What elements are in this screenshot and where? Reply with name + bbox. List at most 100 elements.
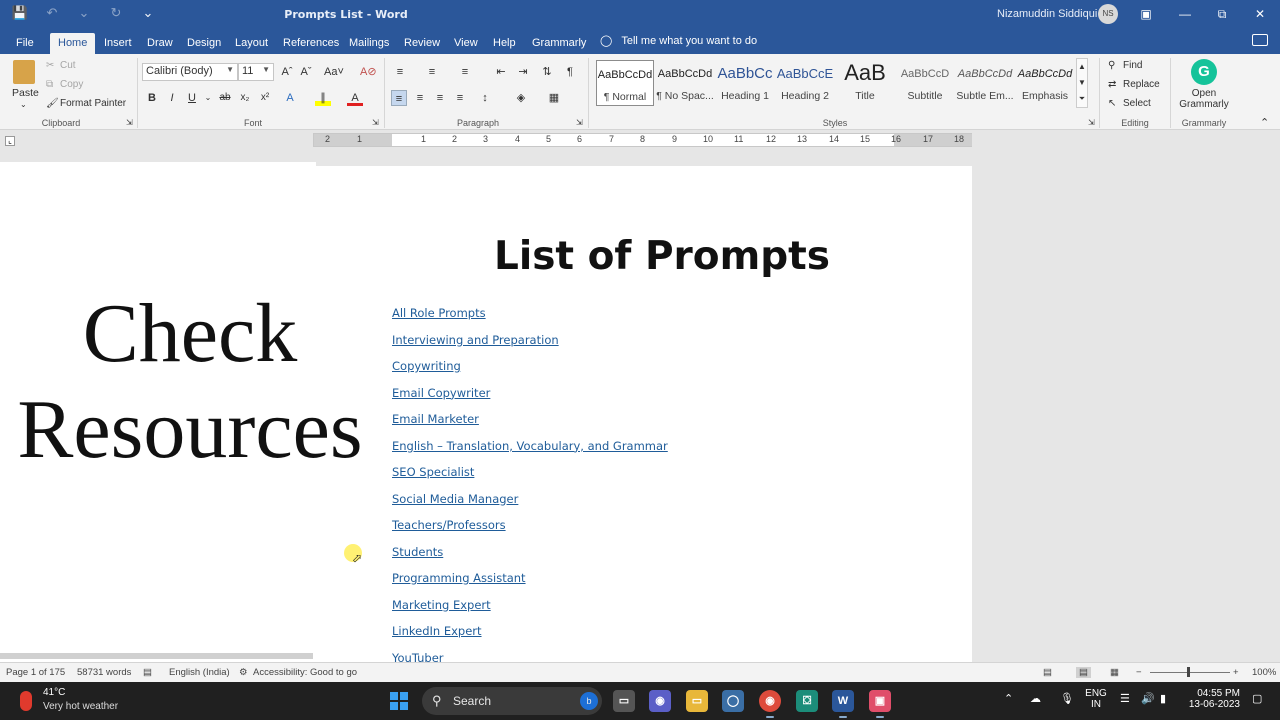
ribbon-display-options-icon[interactable]: ▣ [1131, 4, 1161, 24]
find-button[interactable]: Find [1123, 60, 1142, 71]
comments-icon[interactable] [1252, 34, 1268, 46]
minimize-icon[interactable]: — [1170, 4, 1200, 24]
format-painter-button[interactable]: Format Painter [60, 98, 126, 109]
prompt-link[interactable]: Copywriting [392, 359, 668, 386]
select-icon[interactable]: ↖ [1108, 98, 1116, 109]
paste-button[interactable]: Paste [12, 87, 39, 99]
bing-icon[interactable]: b [580, 692, 598, 710]
onedrive-icon[interactable]: ☁ [1030, 692, 1041, 705]
superscript-icon[interactable]: x² [257, 90, 273, 106]
prompt-link[interactable]: Marketing Expert [392, 598, 668, 625]
bullets-icon[interactable]: ≡ [392, 64, 408, 80]
avatar[interactable]: NS [1098, 4, 1118, 24]
clear-formatting-icon[interactable]: A⊘ [360, 64, 377, 80]
style-emphasis[interactable]: AaBbCcDd Emphasis [1016, 60, 1074, 106]
tell-me-search[interactable]: ◯ Tell me what you want to do [600, 34, 757, 47]
underline-icon[interactable]: U [184, 90, 200, 106]
tab-draw[interactable]: Draw [139, 33, 181, 54]
align-right-icon[interactable]: ≡ [432, 90, 448, 106]
grow-font-icon[interactable]: Aˆ [279, 64, 295, 80]
temperature[interactable]: 41°C [43, 687, 65, 698]
windows-start-icon[interactable] [390, 692, 408, 710]
language-indicator[interactable]: English (India) [169, 667, 230, 678]
prompt-link[interactable]: Teachers/Professors [392, 518, 668, 545]
prompt-link[interactable]: Social Media Manager [392, 492, 668, 519]
copy-button[interactable]: Copy [60, 79, 83, 90]
horizontal-scrollbar[interactable] [0, 653, 313, 659]
italic-icon[interactable]: I [164, 90, 180, 106]
shrink-font-icon[interactable]: Aˇ [298, 64, 314, 80]
prompt-link[interactable]: SEO Specialist [392, 465, 668, 492]
prompt-link[interactable]: YouTuber [392, 651, 668, 663]
grammarly-icon[interactable]: G [1191, 59, 1217, 85]
tab-help[interactable]: Help [485, 33, 524, 54]
tab-file[interactable]: File [8, 33, 42, 54]
maximize-icon[interactable]: ⧉ [1207, 4, 1237, 24]
prompt-link[interactable]: LinkedIn Expert [392, 624, 668, 651]
prompt-link[interactable]: Interviewing and Preparation [392, 333, 668, 360]
copy-icon[interactable]: ⧉ [46, 79, 53, 90]
word-count[interactable]: 58731 words [77, 667, 131, 678]
print-layout-icon[interactable]: ▤ [1076, 667, 1091, 678]
zoom-level[interactable]: 100% [1252, 667, 1276, 678]
read-mode-icon[interactable]: ▤ [1043, 667, 1052, 678]
dev-app-icon[interactable]: ⛋ [796, 690, 818, 712]
subscript-icon[interactable]: x₂ [237, 90, 253, 106]
prompt-link[interactable]: Email Copywriter [392, 386, 668, 413]
taskbar-search[interactable]: ⚲ Search b [422, 687, 602, 715]
task-view-icon[interactable]: ▭ [613, 690, 635, 712]
weather-description[interactable]: Very hot weather [43, 701, 118, 712]
prompt-link[interactable]: Email Marketer [392, 412, 668, 439]
prompt-link[interactable]: English – Translation, Vocabulary, and G… [392, 439, 668, 466]
zoom-out-icon[interactable]: − [1136, 667, 1142, 678]
style-normal[interactable]: AaBbCcDd ¶ Normal [596, 60, 654, 106]
paragraph-launcher-icon[interactable]: ⇲ [576, 118, 583, 127]
cut-button[interactable]: Cut [60, 60, 76, 71]
replace-icon[interactable]: ⇄ [1108, 79, 1116, 90]
font-name-combo[interactable]: Calibri (Body) ▼ [142, 63, 238, 81]
tab-view[interactable]: View [446, 33, 486, 54]
tab-mailings[interactable]: Mailings [341, 33, 397, 54]
zoom-slider[interactable] [1150, 672, 1230, 673]
wifi-icon[interactable]: ☰ [1120, 692, 1130, 705]
word-icon[interactable]: W [832, 690, 854, 718]
shading-icon[interactable]: ◈ [513, 90, 529, 106]
input-language[interactable]: ENG IN [1082, 688, 1110, 710]
replace-button[interactable]: Replace [1123, 79, 1160, 90]
text-effects-icon[interactable]: A [282, 90, 298, 106]
style-subtle-emphasis[interactable]: AaBbCcDd Subtle Em... [956, 60, 1014, 106]
prompt-link[interactable]: Programming Assistant [392, 571, 668, 598]
clock[interactable]: 04:55 PM 13-06-2023 [1184, 688, 1240, 710]
styles-scroll-icon[interactable]: ▲ ▼ ⏷ [1076, 58, 1088, 108]
microphone-icon[interactable]: 🎙 [1060, 692, 1074, 705]
select-button[interactable]: Select [1123, 98, 1151, 109]
tab-review[interactable]: Review [396, 33, 448, 54]
horizontal-ruler[interactable]: 2 1 1 2 3 4 5 6 7 8 9 10 11 12 13 14 15 16 17 18 [313, 133, 972, 147]
clipboard-launcher-icon[interactable]: ⇲ [126, 118, 133, 127]
tab-insert[interactable]: Insert [96, 33, 140, 54]
style-subtitle[interactable]: AaBbCcD Subtitle [896, 60, 954, 106]
thermometer-icon[interactable] [20, 691, 32, 711]
multilevel-list-icon[interactable]: ≡ [457, 64, 473, 80]
close-icon[interactable]: ✕ [1245, 4, 1275, 24]
teams-icon[interactable]: ◉ [649, 690, 671, 712]
find-icon[interactable]: ⚲ [1108, 60, 1115, 71]
accessibility-status[interactable]: Accessibility: Good to go [253, 667, 357, 678]
increase-indent-icon[interactable]: ⇥ [515, 64, 531, 80]
accessibility-icon[interactable]: ⚙ [239, 667, 248, 678]
underline-dropdown-icon[interactable]: ⌄ [200, 90, 216, 106]
app-icon[interactable]: ◯ [722, 690, 744, 712]
collapse-ribbon-icon[interactable]: ⌃ [1260, 116, 1269, 129]
file-explorer-icon[interactable]: ▭ [686, 690, 708, 712]
style-title[interactable]: AaB Title [836, 60, 894, 106]
proofing-icon[interactable]: ▤ [143, 667, 152, 678]
font-launcher-icon[interactable]: ⇲ [372, 118, 379, 127]
tab-layout[interactable]: Layout [227, 33, 276, 54]
highlight-color-icon[interactable]: ∥ [315, 90, 331, 106]
battery-icon[interactable]: ▮ [1160, 692, 1166, 705]
change-case-icon[interactable]: Aa˅ [322, 64, 346, 80]
zoom-in-icon[interactable]: + [1233, 667, 1239, 678]
prompt-link[interactable]: Students [392, 545, 668, 572]
chrome-icon[interactable]: ◉ [759, 690, 781, 718]
page-count[interactable]: Page 1 of 175 [6, 667, 65, 678]
